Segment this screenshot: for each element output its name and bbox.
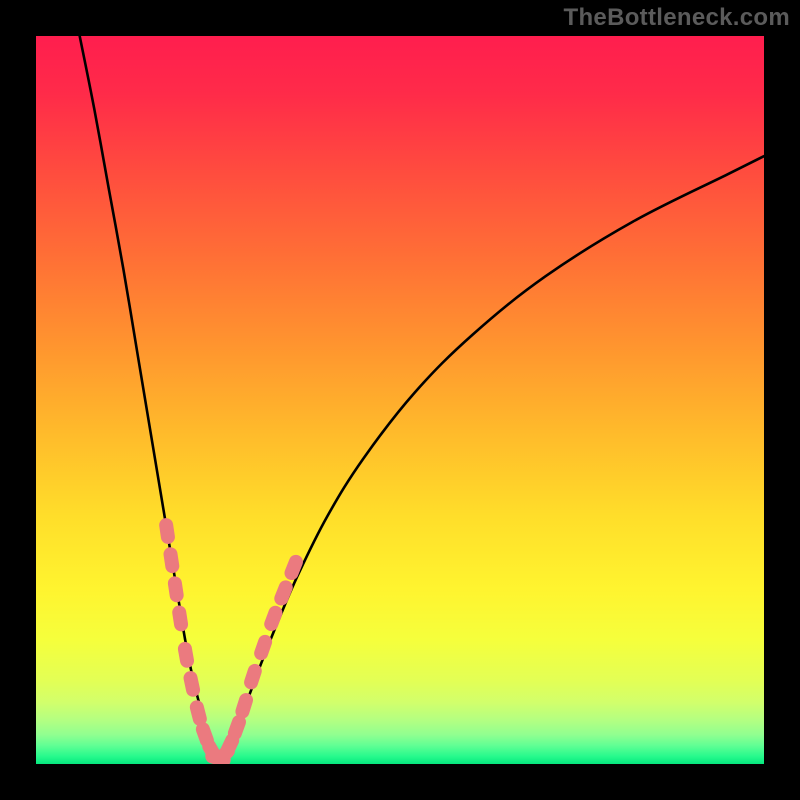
chart-frame: TheBottleneck.com — [0, 0, 800, 800]
marker-point — [158, 517, 176, 545]
marker-point — [177, 641, 195, 669]
marker-point — [272, 578, 295, 607]
series-right-branch — [222, 156, 764, 760]
plot-area — [36, 36, 764, 764]
marker-point — [163, 546, 181, 574]
series-left-branch — [80, 36, 218, 760]
chart-canvas — [36, 36, 764, 764]
marker-point — [262, 604, 284, 633]
marker-point — [171, 604, 189, 632]
watermark-label: TheBottleneck.com — [564, 4, 790, 32]
marker-point — [167, 575, 185, 603]
highlight-markers — [158, 517, 305, 764]
marker-point — [182, 670, 201, 698]
